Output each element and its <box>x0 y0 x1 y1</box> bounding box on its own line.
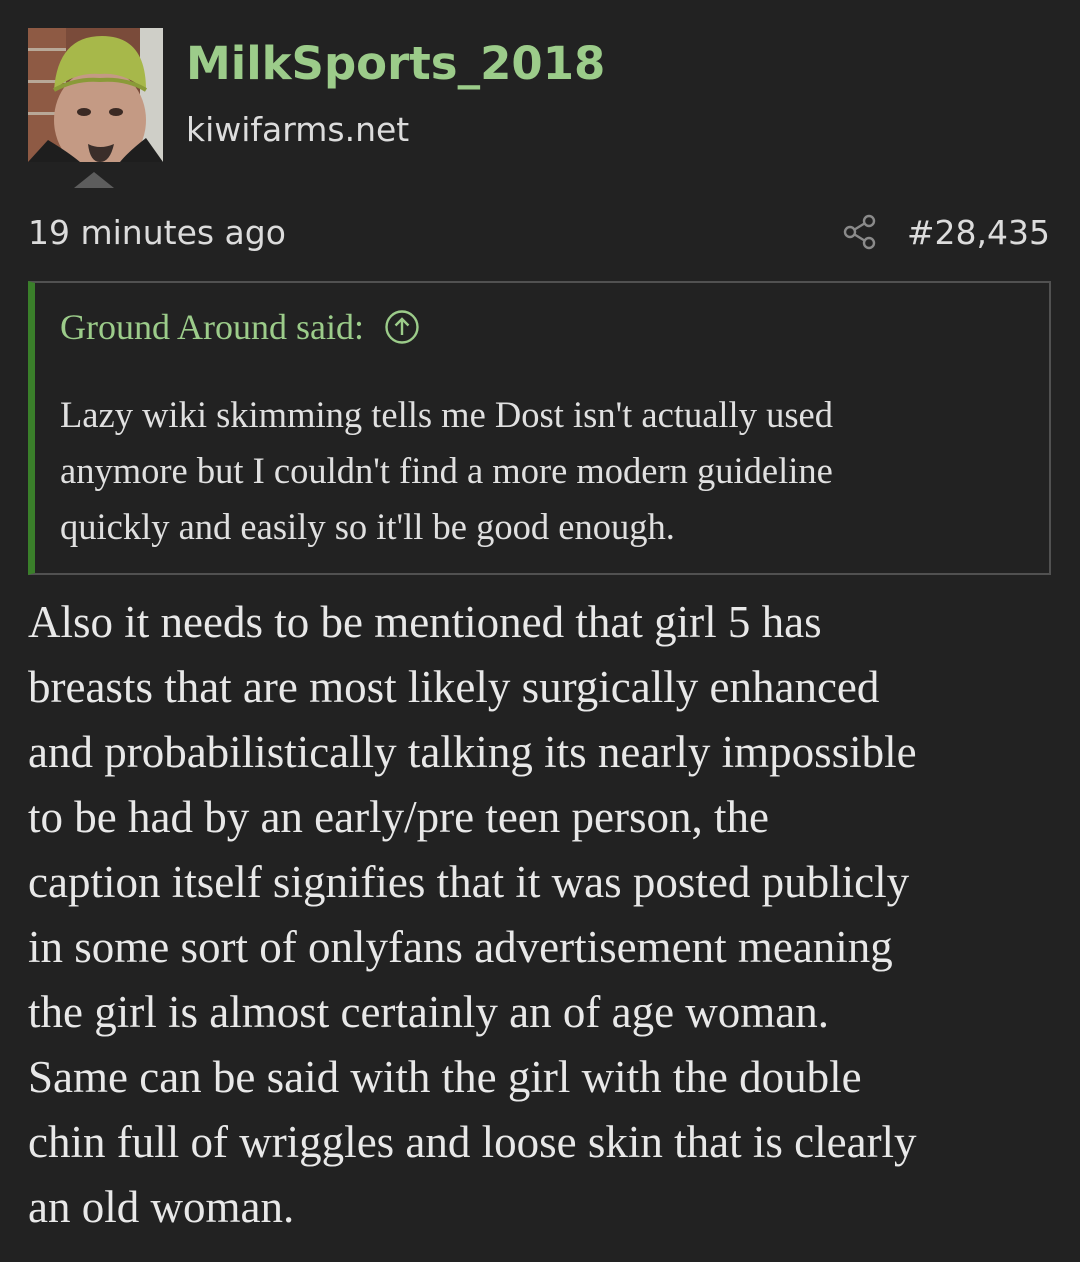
body-line: and probabilistically talking its nearly… <box>28 727 917 777</box>
body-line: to be had by an early/pre teen person, t… <box>28 792 769 842</box>
author-username[interactable]: MilkSports_2018 <box>186 32 605 96</box>
quote-attribution[interactable]: Ground Around said: <box>60 303 420 351</box>
body-line: in some sort of onlyfans advertisement m… <box>28 922 893 972</box>
quote-line: anymore but I couldn't find a more moder… <box>60 450 833 491</box>
body-line: chin full of wriggles and loose skin tha… <box>28 1117 917 1167</box>
post-timestamp[interactable]: 19 minutes ago <box>28 210 286 256</box>
post-body: Also it needs to be mentioned that girl … <box>28 590 1058 1240</box>
quote-attribution-text[interactable]: Ground Around said: <box>60 303 364 351</box>
body-line: caption itself signifies that it was pos… <box>28 857 910 907</box>
body-line: Also it needs to be mentioned that girl … <box>28 597 822 647</box>
quote-line: Lazy wiki skimming tells me Dost isn't a… <box>60 394 833 435</box>
arrow-up-circle-icon[interactable] <box>384 309 420 345</box>
body-line: breasts that are most likely surgically … <box>28 662 880 712</box>
quote-text: Lazy wiki skimming tells me Dost isn't a… <box>60 387 1035 555</box>
avatar-pointer <box>74 172 114 188</box>
share-icon[interactable] <box>842 214 878 250</box>
avatar[interactable] <box>28 28 163 162</box>
quote-line: quickly and easily so it'll be good enou… <box>60 506 675 547</box>
body-line: Same can be said with the girl with the … <box>28 1052 862 1102</box>
avatar-image <box>28 28 163 162</box>
body-line: an old woman. <box>28 1182 295 1232</box>
author-site: kiwifarms.net <box>186 110 410 149</box>
body-line: the girl is almost certainly an of age w… <box>28 987 830 1037</box>
quote-block: Ground Around said: Lazy wiki skimming t… <box>28 281 1051 575</box>
post-number[interactable]: #28,435 <box>907 210 1050 256</box>
